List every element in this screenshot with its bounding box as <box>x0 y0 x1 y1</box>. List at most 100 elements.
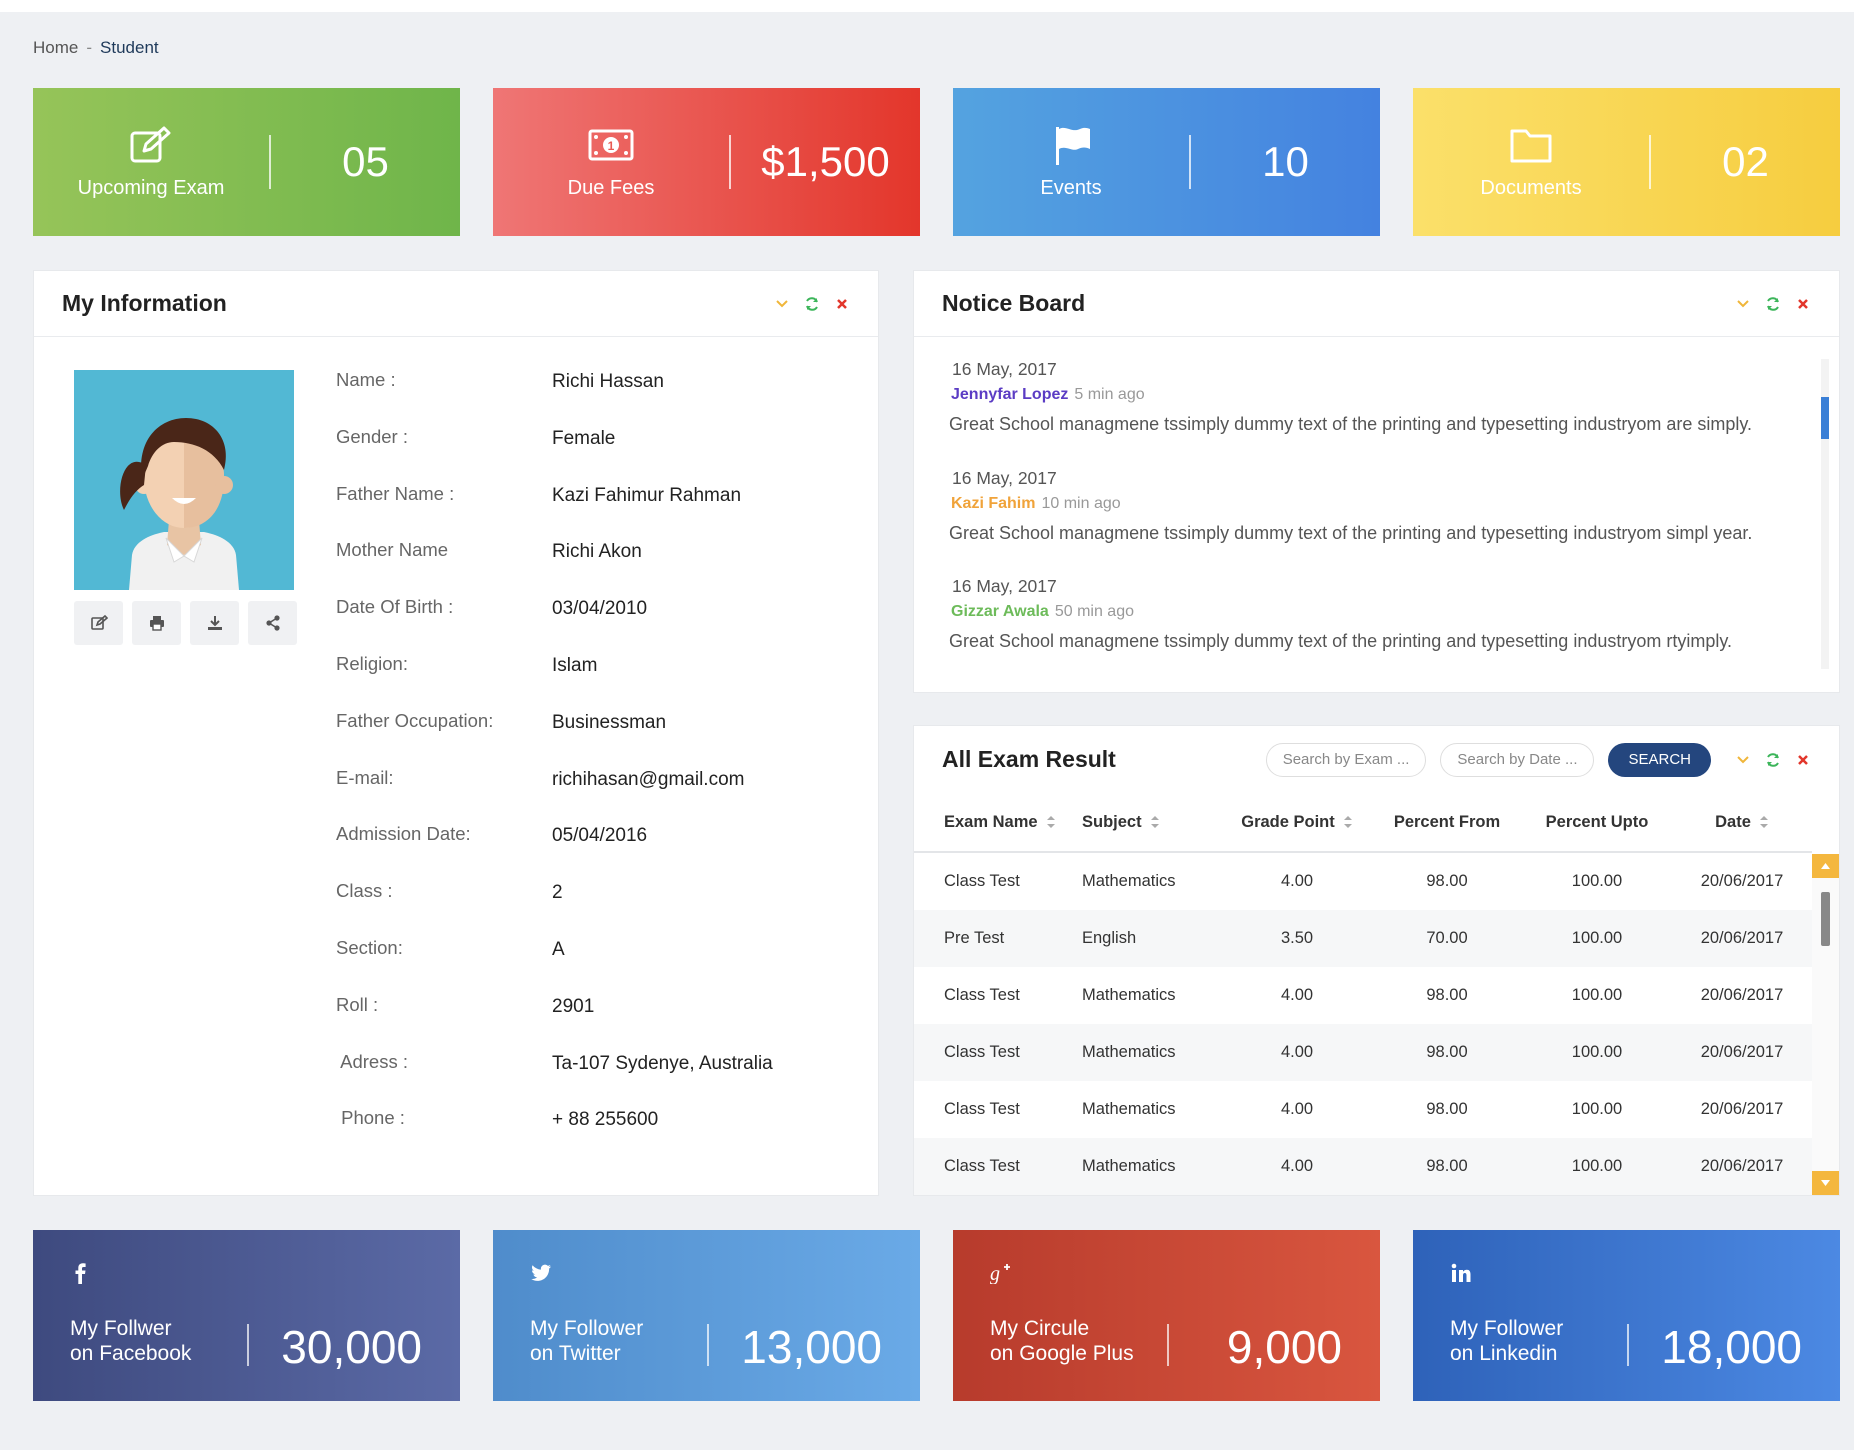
table-row[interactable]: Class Test Mathematics 4.00 98.00 100.00 20/0… <box>914 1024 1812 1081</box>
edit-button[interactable] <box>74 601 123 645</box>
chevron-down-icon[interactable] <box>1735 296 1751 312</box>
table-row[interactable]: Pre Test English 3.50 70.00 100.00 20/06/2017 <box>914 910 1812 967</box>
notice-item[interactable]: 16 May, 2017 Jennyfar Lopez 5 min ago Gre… <box>949 359 1799 468</box>
exam-scrollbar[interactable] <box>1812 854 1839 1195</box>
scrollbar-thumb[interactable] <box>1821 397 1829 439</box>
chevron-down-icon[interactable] <box>1735 752 1751 768</box>
stat-value: 02 <box>1722 138 1769 185</box>
social-value: 30,000 <box>281 1321 422 1373</box>
column-grade-point[interactable]: Grade Point <box>1222 813 1372 832</box>
field-value: 03/04/2010 <box>552 598 648 620</box>
info-row-mother-name: Mother Name Richi Akon <box>336 539 773 596</box>
sort-icon <box>1046 816 1055 828</box>
column-date[interactable]: Date <box>1672 813 1812 832</box>
refresh-icon[interactable] <box>1765 296 1781 312</box>
info-row-gender: Gender : Female <box>336 426 773 483</box>
field-value: 2901 <box>552 995 595 1017</box>
notice-ago: 5 min ago <box>1074 386 1145 403</box>
my-information-panel: My Information Name : Richi Hassan Gende… <box>33 270 879 1196</box>
scroll-up-button[interactable] <box>1812 854 1839 878</box>
notice-author[interactable]: Jennyfar Lopez <box>951 386 1068 403</box>
column-percent-upto[interactable]: Percent Upto <box>1522 813 1672 832</box>
social-card-facebook[interactable]: My Follwer on Facebook 30,000 <box>33 1230 460 1401</box>
table-row[interactable]: Class Test Mathematics 4.00 98.00 100.00 20/0… <box>914 1138 1812 1195</box>
stat-card-events[interactable]: Events 10 <box>953 88 1380 236</box>
notice-scrollbar[interactable] <box>1821 359 1829 669</box>
social-divider <box>1167 1324 1169 1366</box>
share-button[interactable] <box>248 601 297 645</box>
social-card-linkedin[interactable]: My Follower on Linkedin 18,000 <box>1413 1230 1840 1401</box>
field-value: Ta-107 Sydenye, Australia <box>552 1052 773 1074</box>
table-row[interactable]: Class Test Mathematics 4.00 98.00 100.00 20/0… <box>914 967 1812 1024</box>
column-exam-name[interactable]: Exam Name <box>914 813 1082 832</box>
stat-label: Due Fees <box>567 176 655 199</box>
flag-icon <box>1056 126 1090 165</box>
stat-value: $1,500 <box>761 138 890 185</box>
refresh-icon[interactable] <box>804 296 820 312</box>
stat-value: 10 <box>1262 138 1309 185</box>
social-label: My Circule on Google Plus <box>990 1317 1134 1365</box>
field-label: Section: <box>336 936 403 958</box>
edit-icon <box>90 614 108 630</box>
google-plus-icon: g <box>990 1263 1010 1284</box>
search-date-input[interactable]: Search by Date ... <box>1440 742 1595 777</box>
notice-date: 16 May, 2017 <box>952 359 1057 379</box>
info-row-address: Adress : Ta-107 Sydenye, Australia <box>336 1051 773 1108</box>
svg-text:g: g <box>990 1263 1000 1284</box>
chevron-down-icon <box>1821 1180 1830 1186</box>
field-label: Gender : <box>336 425 408 447</box>
panel-tools <box>1735 296 1811 312</box>
info-row-section: Section: A <box>336 937 773 994</box>
exam-result-panel: All Exam Result Search by Exam ... Searc… <box>913 725 1840 1196</box>
social-card-twitter[interactable]: My Follower on Twitter 13,000 <box>493 1230 920 1401</box>
field-label: Date Of Birth : <box>336 596 454 618</box>
notice-board-panel: Notice Board 16 May, 2017 Jennyfar Lopez… <box>913 270 1840 693</box>
edit-icon <box>130 126 171 162</box>
social-card-google-plus[interactable]: g My Circule on Google Plus 9,000 <box>953 1230 1380 1401</box>
info-fields: Name : Richi Hassan Gender : Female Father… <box>336 369 773 1164</box>
stat-card-due-fees[interactable]: 1 Due Fees $1,500 <box>493 88 920 236</box>
notice-author[interactable]: Kazi Fahim <box>951 495 1035 512</box>
field-value: Kazi Fahimur Rahman <box>552 484 742 506</box>
chevron-down-icon[interactable] <box>774 296 790 312</box>
sort-icon <box>1150 816 1159 828</box>
table-row[interactable]: Class Test Mathematics 4.00 98.00 100.00 20/0… <box>914 1081 1812 1138</box>
notice-list: 16 May, 2017 Jennyfar Lopez 5 min ago Gre… <box>949 359 1799 685</box>
social-label: My Follwer on Facebook <box>70 1317 192 1365</box>
field-label: Name : <box>336 369 396 390</box>
notice-author[interactable]: Gizzar Awala <box>951 603 1049 620</box>
field-value: 2 <box>552 882 563 904</box>
panel-tools <box>774 296 850 312</box>
stat-card-documents[interactable]: Documents 02 <box>1413 88 1840 236</box>
breadcrumb-separator: - <box>86 38 93 57</box>
table-row[interactable]: Class Test Mathematics 4.00 98.00 100.00 20/0… <box>914 853 1812 910</box>
print-button[interactable] <box>132 601 181 645</box>
field-value: + 88 255600 <box>552 1109 659 1131</box>
search-exam-input[interactable]: Search by Exam ... <box>1265 742 1427 777</box>
panel-title: My Information <box>62 290 227 316</box>
social-value: 18,000 <box>1661 1321 1802 1373</box>
breadcrumb-current: Student <box>100 38 159 57</box>
scroll-down-button[interactable] <box>1812 1171 1839 1195</box>
share-icon <box>265 615 280 631</box>
download-button[interactable] <box>190 601 239 645</box>
column-subject[interactable]: Subject <box>1082 813 1222 832</box>
scrollbar-thumb[interactable] <box>1821 892 1830 946</box>
stat-card-upcoming-exam[interactable]: Upcoming Exam 05 <box>33 88 460 236</box>
notice-item[interactable]: 16 May, 2017 Gizzar Awala 50 min ago Grea… <box>949 576 1799 685</box>
print-icon <box>149 616 164 631</box>
notice-ago: 50 min ago <box>1054 603 1134 620</box>
refresh-icon[interactable] <box>1765 752 1781 768</box>
info-row-roll: Roll : 2901 <box>336 994 773 1051</box>
close-icon[interactable] <box>1795 296 1811 312</box>
field-label: Religion: <box>336 652 408 674</box>
column-percent-from[interactable]: Percent From <box>1372 813 1522 832</box>
notice-item[interactable]: 16 May, 2017 Kazi Fahim 10 min ago Great … <box>949 468 1799 577</box>
field-value: Richi Hassan <box>552 371 664 392</box>
field-label: Father Name : <box>336 482 455 504</box>
search-button[interactable]: SEARCH <box>1608 742 1711 777</box>
close-icon[interactable] <box>834 296 850 312</box>
close-icon[interactable] <box>1795 752 1811 768</box>
field-value: Female <box>552 427 616 449</box>
breadcrumb-home[interactable]: Home <box>33 38 78 57</box>
